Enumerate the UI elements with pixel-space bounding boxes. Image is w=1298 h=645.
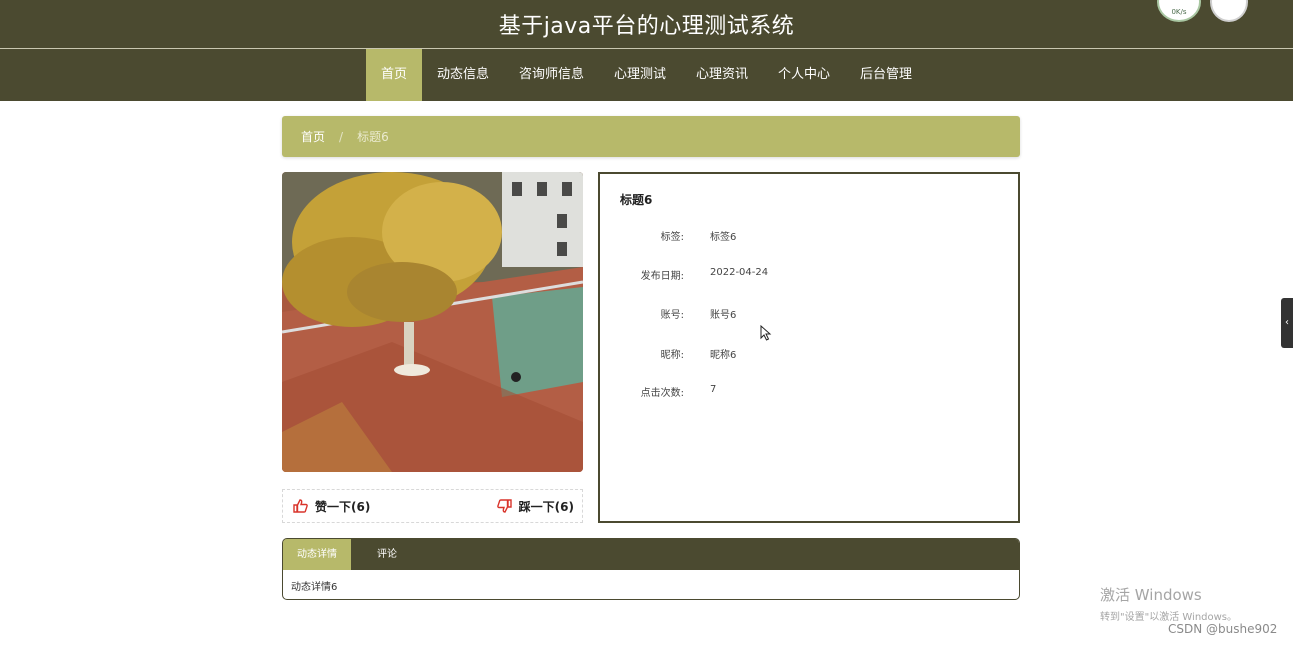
post-image [282, 172, 583, 472]
nav-item-home[interactable]: 首页 [365, 49, 422, 101]
main-nav: 首页 动态信息 咨询师信息 心理测试 心理资讯 个人中心 后台管理 [0, 49, 1293, 101]
breadcrumb: 首页 / 标题6 [282, 116, 1020, 157]
tabs-header: 动态详情 评论 [283, 539, 1019, 570]
tab-content: 动态详情6 [291, 582, 338, 593]
field-value: 2022-04-24 [710, 267, 769, 278]
tabs-panel: 动态详情 评论 动态详情6 [282, 538, 1020, 600]
field-label: 昵称: [660, 350, 684, 361]
nav-item-counselors[interactable]: 咨询师信息 [504, 49, 599, 101]
detail-card: 标题6 标签: 标签6 发布日期: 2022-04-24 账号: 账号6 昵称:… [598, 172, 1020, 523]
chevron-left-icon: ‹ [1285, 317, 1289, 328]
nav-item-news[interactable]: 动态信息 [422, 49, 504, 101]
breadcrumb-home[interactable]: 首页 [301, 128, 325, 145]
field-account: 账号: 账号6 [600, 306, 1018, 322]
field-label: 标签: [660, 232, 684, 243]
field-click-count: 点击次数: 7 [600, 384, 1018, 400]
activation-subtitle: 转到"设置"以激活 Windows。 [1100, 612, 1238, 623]
activation-title: 激活 Windows [1100, 586, 1202, 604]
breadcrumb-separator: / [339, 129, 344, 144]
tab-details[interactable]: 动态详情 [283, 539, 351, 570]
nav-item-tests[interactable]: 心理测试 [599, 49, 681, 101]
like-label: 赞一下(6) [315, 499, 371, 514]
field-tag: 标签: 标签6 [600, 228, 1018, 244]
site-title: 基于java平台的心理测试系统 [498, 14, 795, 39]
field-value: 账号6 [710, 310, 737, 321]
field-nickname: 昵称: 昵称6 [600, 346, 1018, 362]
field-value: 7 [710, 384, 717, 395]
tab-comments[interactable]: 评论 [351, 539, 423, 570]
breadcrumb-current: 标题6 [357, 130, 389, 144]
field-value: 标签6 [710, 232, 737, 243]
speed-widget-text: 0K/s [1171, 8, 1187, 16]
detail-title: 标题6 [620, 193, 653, 207]
field-value: 昵称6 [710, 350, 737, 361]
like-button[interactable]: 赞一下(6) [293, 498, 370, 515]
site-header: 基于java平台的心理测试系统 首页 动态信息 咨询师信息 心理测试 心理资讯 … [0, 0, 1293, 101]
field-label: 发布日期: [640, 271, 684, 282]
thumbs-down-icon [496, 499, 512, 513]
vote-bar: 赞一下(6) 踩一下(6) [282, 489, 583, 523]
field-publish-date: 发布日期: 2022-04-24 [600, 267, 1018, 283]
nav-item-profile[interactable]: 个人中心 [763, 49, 845, 101]
thumbs-up-icon [293, 499, 308, 513]
title-bar: 基于java平台的心理测试系统 [0, 0, 1293, 49]
field-label: 点击次数: [640, 388, 684, 399]
campus-tree-photo [282, 172, 583, 472]
nav-item-admin[interactable]: 后台管理 [845, 49, 927, 101]
side-panel-toggle[interactable]: ‹ [1281, 298, 1293, 348]
dislike-button[interactable]: 踩一下(6) [496, 498, 574, 515]
field-label: 账号: [660, 310, 684, 321]
mouse-cursor-icon [760, 325, 772, 341]
nav-item-articles[interactable]: 心理资讯 [681, 49, 763, 101]
dislike-label: 踩一下(6) [518, 499, 574, 514]
csdn-credit: CSDN @bushe902 [1168, 622, 1278, 636]
windows-activation-watermark: 激活 Windows 转到"设置"以激活 Windows。 [1100, 584, 1237, 623]
